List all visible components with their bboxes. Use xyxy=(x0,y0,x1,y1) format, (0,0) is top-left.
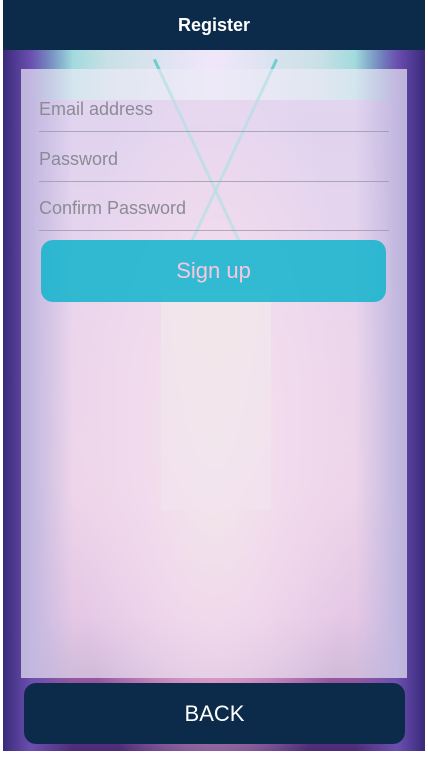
confirm-password-field[interactable] xyxy=(39,186,389,231)
password-field[interactable] xyxy=(39,137,389,182)
register-form-panel: Sign up xyxy=(21,69,407,678)
page-title: Register xyxy=(177,14,251,35)
sign-up-button[interactable]: Sign up xyxy=(41,240,386,302)
app-screen: Sign up BACK xyxy=(3,0,425,751)
header-bar: Register xyxy=(3,0,425,50)
back-button[interactable]: BACK xyxy=(24,683,405,744)
email-field[interactable] xyxy=(39,87,389,132)
